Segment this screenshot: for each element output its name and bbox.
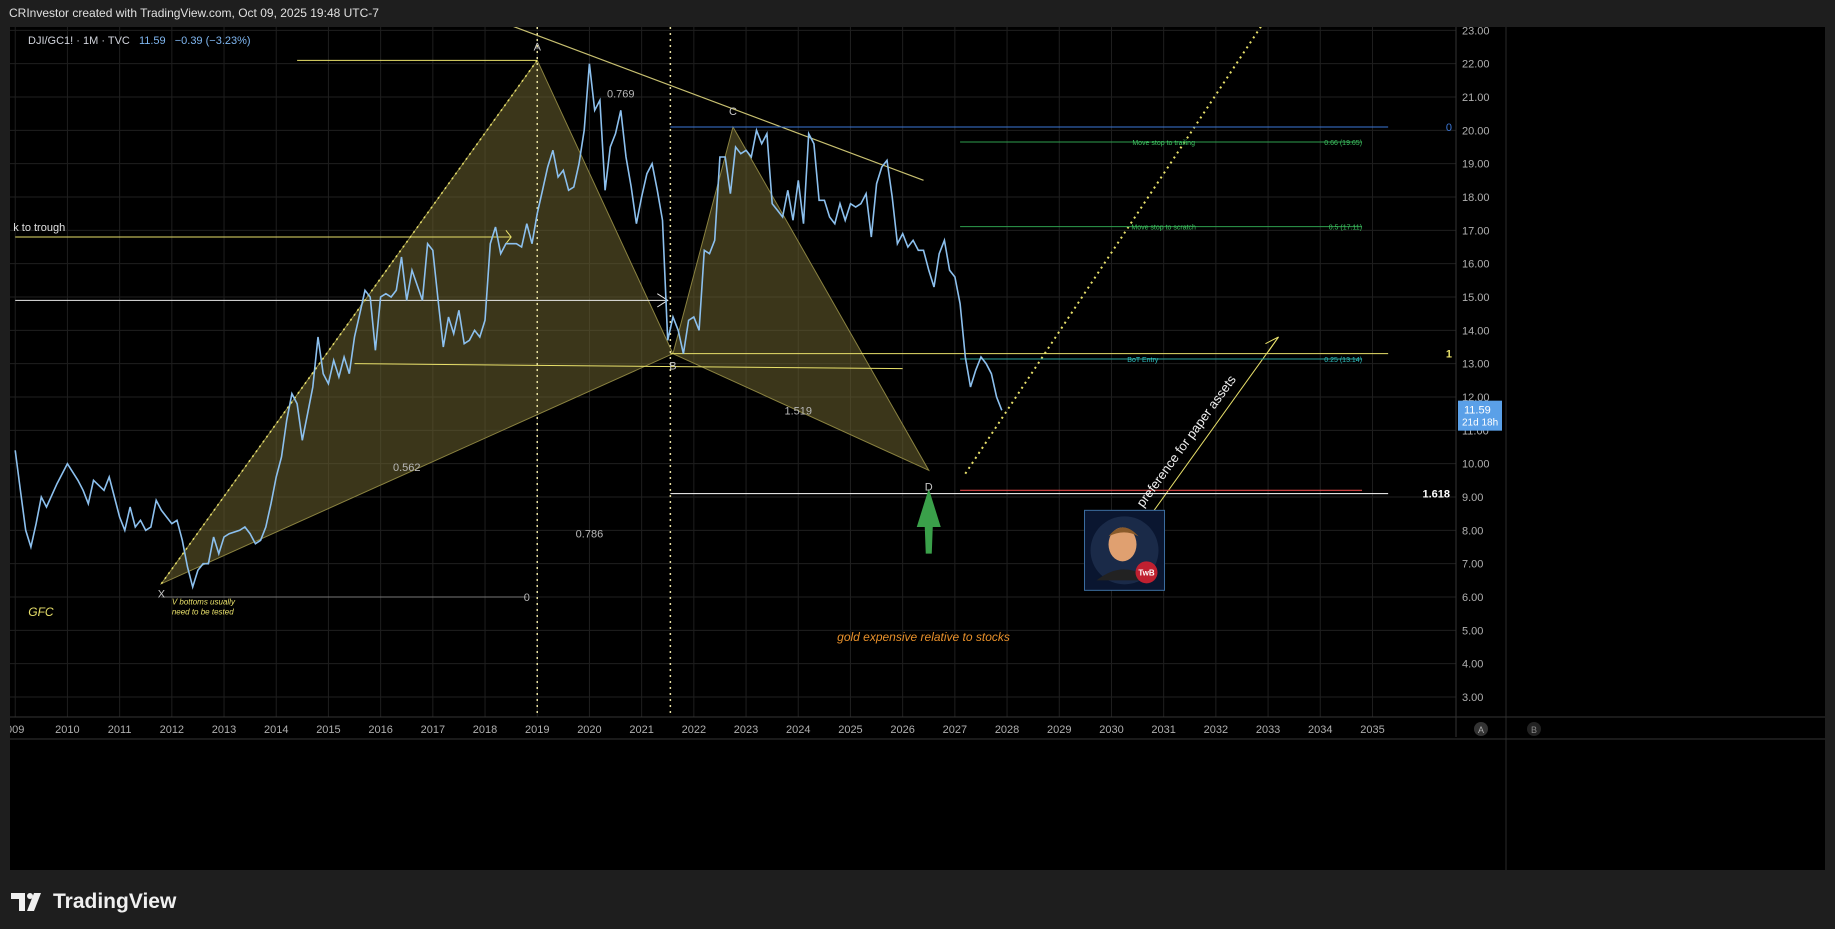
gfc-label: GFC — [28, 605, 54, 619]
v-bottoms-label-2: need to be tested — [172, 607, 234, 616]
peak-to-trough-label: k to trough — [13, 222, 65, 234]
chart-area[interactable]: X A B C D 0.769 0.562 0.786 1.519 0 k to trough GFC… — [10, 27, 1825, 870]
x-tick-label: 2027 — [943, 724, 967, 736]
symbol-last: 11.59 — [138, 35, 166, 47]
x-tick-label: 2029 — [1047, 724, 1071, 736]
x-tick-label: 2033 — [1256, 724, 1280, 736]
x-tick-label: 2035 — [1360, 724, 1384, 736]
symbol-legend[interactable]: DJI/GC1! · 1M · TVC 11.59 −0.39 (−3.23%) — [28, 35, 251, 47]
paper-assets-label: preference for paper assets — [1133, 372, 1239, 510]
scratch-label: Move stop to scratch — [1131, 225, 1196, 232]
y-tick-label: 22.00 — [1462, 59, 1490, 71]
x-tick-label: 2025 — [838, 724, 862, 736]
x-tick-label: 2010 — [55, 724, 79, 736]
footer-bar: TradingView — [0, 870, 1835, 929]
symbol-name: DJI/GC1! · 1M · TVC — [28, 35, 130, 47]
x-tick-label: 2013 — [212, 724, 236, 736]
y-tick-label: 17.00 — [1462, 225, 1490, 237]
x-tick-label: 2012 — [160, 724, 184, 736]
x-tick-label: 2030 — [1099, 724, 1123, 736]
extension-label: 1.618 — [1422, 489, 1450, 501]
x-tick-label: 2015 — [316, 724, 340, 736]
x-tick-label: 2028 — [995, 724, 1019, 736]
x-tick-label: 2011 — [108, 724, 132, 736]
y-tick-label: 13.00 — [1462, 359, 1490, 371]
y-tick-label: 4.00 — [1462, 659, 1483, 671]
pattern-triangle-xab — [159, 59, 674, 585]
y-tick-label: 3.00 — [1462, 692, 1483, 704]
y-tick-label: 8.00 — [1462, 525, 1483, 537]
scratch-level-label: 0.5 (17.11) — [1329, 225, 1362, 232]
ratio-label: 0.562 — [393, 462, 421, 474]
level-1-label: 1 — [1446, 349, 1452, 361]
x-tick-label: 2018 — [473, 724, 497, 736]
pattern-point-B: B — [669, 361, 676, 373]
last-value-text: 11.59 — [1464, 405, 1491, 417]
attribution-bar: CRInvestor created with TradingView.com,… — [0, 0, 1835, 27]
green-up-arrow — [916, 488, 941, 554]
x-tick-label: 2021 — [629, 724, 653, 736]
entry-level-label: 0.25 (13.14) — [1324, 357, 1362, 364]
y-tick-label: 9.00 — [1462, 492, 1483, 504]
trailing-label: Move stop to trailing — [1132, 140, 1195, 147]
trailing-level-label: 0.66 (19.65) — [1324, 140, 1362, 147]
x-tick-label: 2020 — [577, 724, 601, 736]
attribution-text: CRInvestor created with TradingView.com,… — [9, 6, 379, 20]
x-tick-label: 2031 — [1151, 724, 1175, 736]
arrow-head — [1265, 336, 1279, 353]
x-tick-label: 2024 — [786, 724, 810, 736]
symbol-change: −0.39 (−3.23%) — [174, 35, 251, 47]
y-tick-label: 15.00 — [1462, 292, 1490, 304]
avatar-badge-text: TwB — [1138, 568, 1155, 577]
y-tick-label: 10.00 — [1462, 459, 1490, 471]
x-tick-label: 2016 — [368, 724, 392, 736]
y-tick-label: 16.00 — [1462, 259, 1490, 271]
ratio-label: 0 — [524, 592, 530, 604]
y-tick-label: 14.00 — [1462, 325, 1490, 337]
brand-name: TradingView — [53, 890, 177, 913]
x-tick-label: 009 — [10, 724, 24, 736]
y-tick-label: 5.00 — [1462, 625, 1483, 637]
pattern-point-A: A — [534, 41, 542, 53]
tradingview-icon — [11, 893, 41, 911]
time-button-a-label: A — [1478, 725, 1484, 735]
v-bottoms-label-1: V bottoms usually — [172, 597, 236, 606]
ratio-label: 1.519 — [784, 405, 812, 417]
x-tick-label: 2034 — [1308, 724, 1332, 736]
x-tick-label: 2032 — [1204, 724, 1228, 736]
x-tick-label: 2014 — [264, 724, 288, 736]
y-tick-label: 7.00 — [1462, 559, 1483, 571]
pattern-point-X: X — [158, 589, 166, 601]
x-tick-label: 2026 — [890, 724, 914, 736]
x-tick-label: 2017 — [421, 724, 445, 736]
y-tick-label: 19.00 — [1462, 159, 1490, 171]
y-tick-label: 20.00 — [1462, 125, 1490, 137]
pattern-triangle-bcd — [672, 125, 930, 472]
tradingview-logo[interactable]: TradingView — [11, 890, 176, 914]
x-tick-label: 2023 — [734, 724, 758, 736]
price-axis-bg — [1456, 27, 1825, 870]
y-tick-label: 6.00 — [1462, 592, 1483, 604]
countdown-text: 21d 18h — [1462, 418, 1498, 429]
chart-canvas[interactable]: X A B C D 0.769 0.562 0.786 1.519 0 k to trough GFC… — [10, 27, 1825, 870]
entry-label: BoT Entry — [1127, 357, 1158, 364]
y-tick-label: 21.00 — [1462, 92, 1490, 104]
x-tick-label: 2019 — [525, 724, 549, 736]
y-tick-label: 23.00 — [1462, 27, 1490, 37]
pattern-point-C: C — [729, 106, 737, 118]
time-button-b-label: B — [1531, 725, 1537, 735]
y-tick-label: 18.00 — [1462, 192, 1490, 204]
ratio-label: 0.786 — [576, 529, 604, 541]
x-tick-label: 2022 — [682, 724, 706, 736]
gold-note-label: gold expensive relative to stocks — [837, 630, 1010, 644]
level-0-label: 0 — [1446, 122, 1452, 134]
ratio-label: 0.769 — [607, 89, 635, 101]
pattern-point-D: D — [925, 481, 933, 493]
